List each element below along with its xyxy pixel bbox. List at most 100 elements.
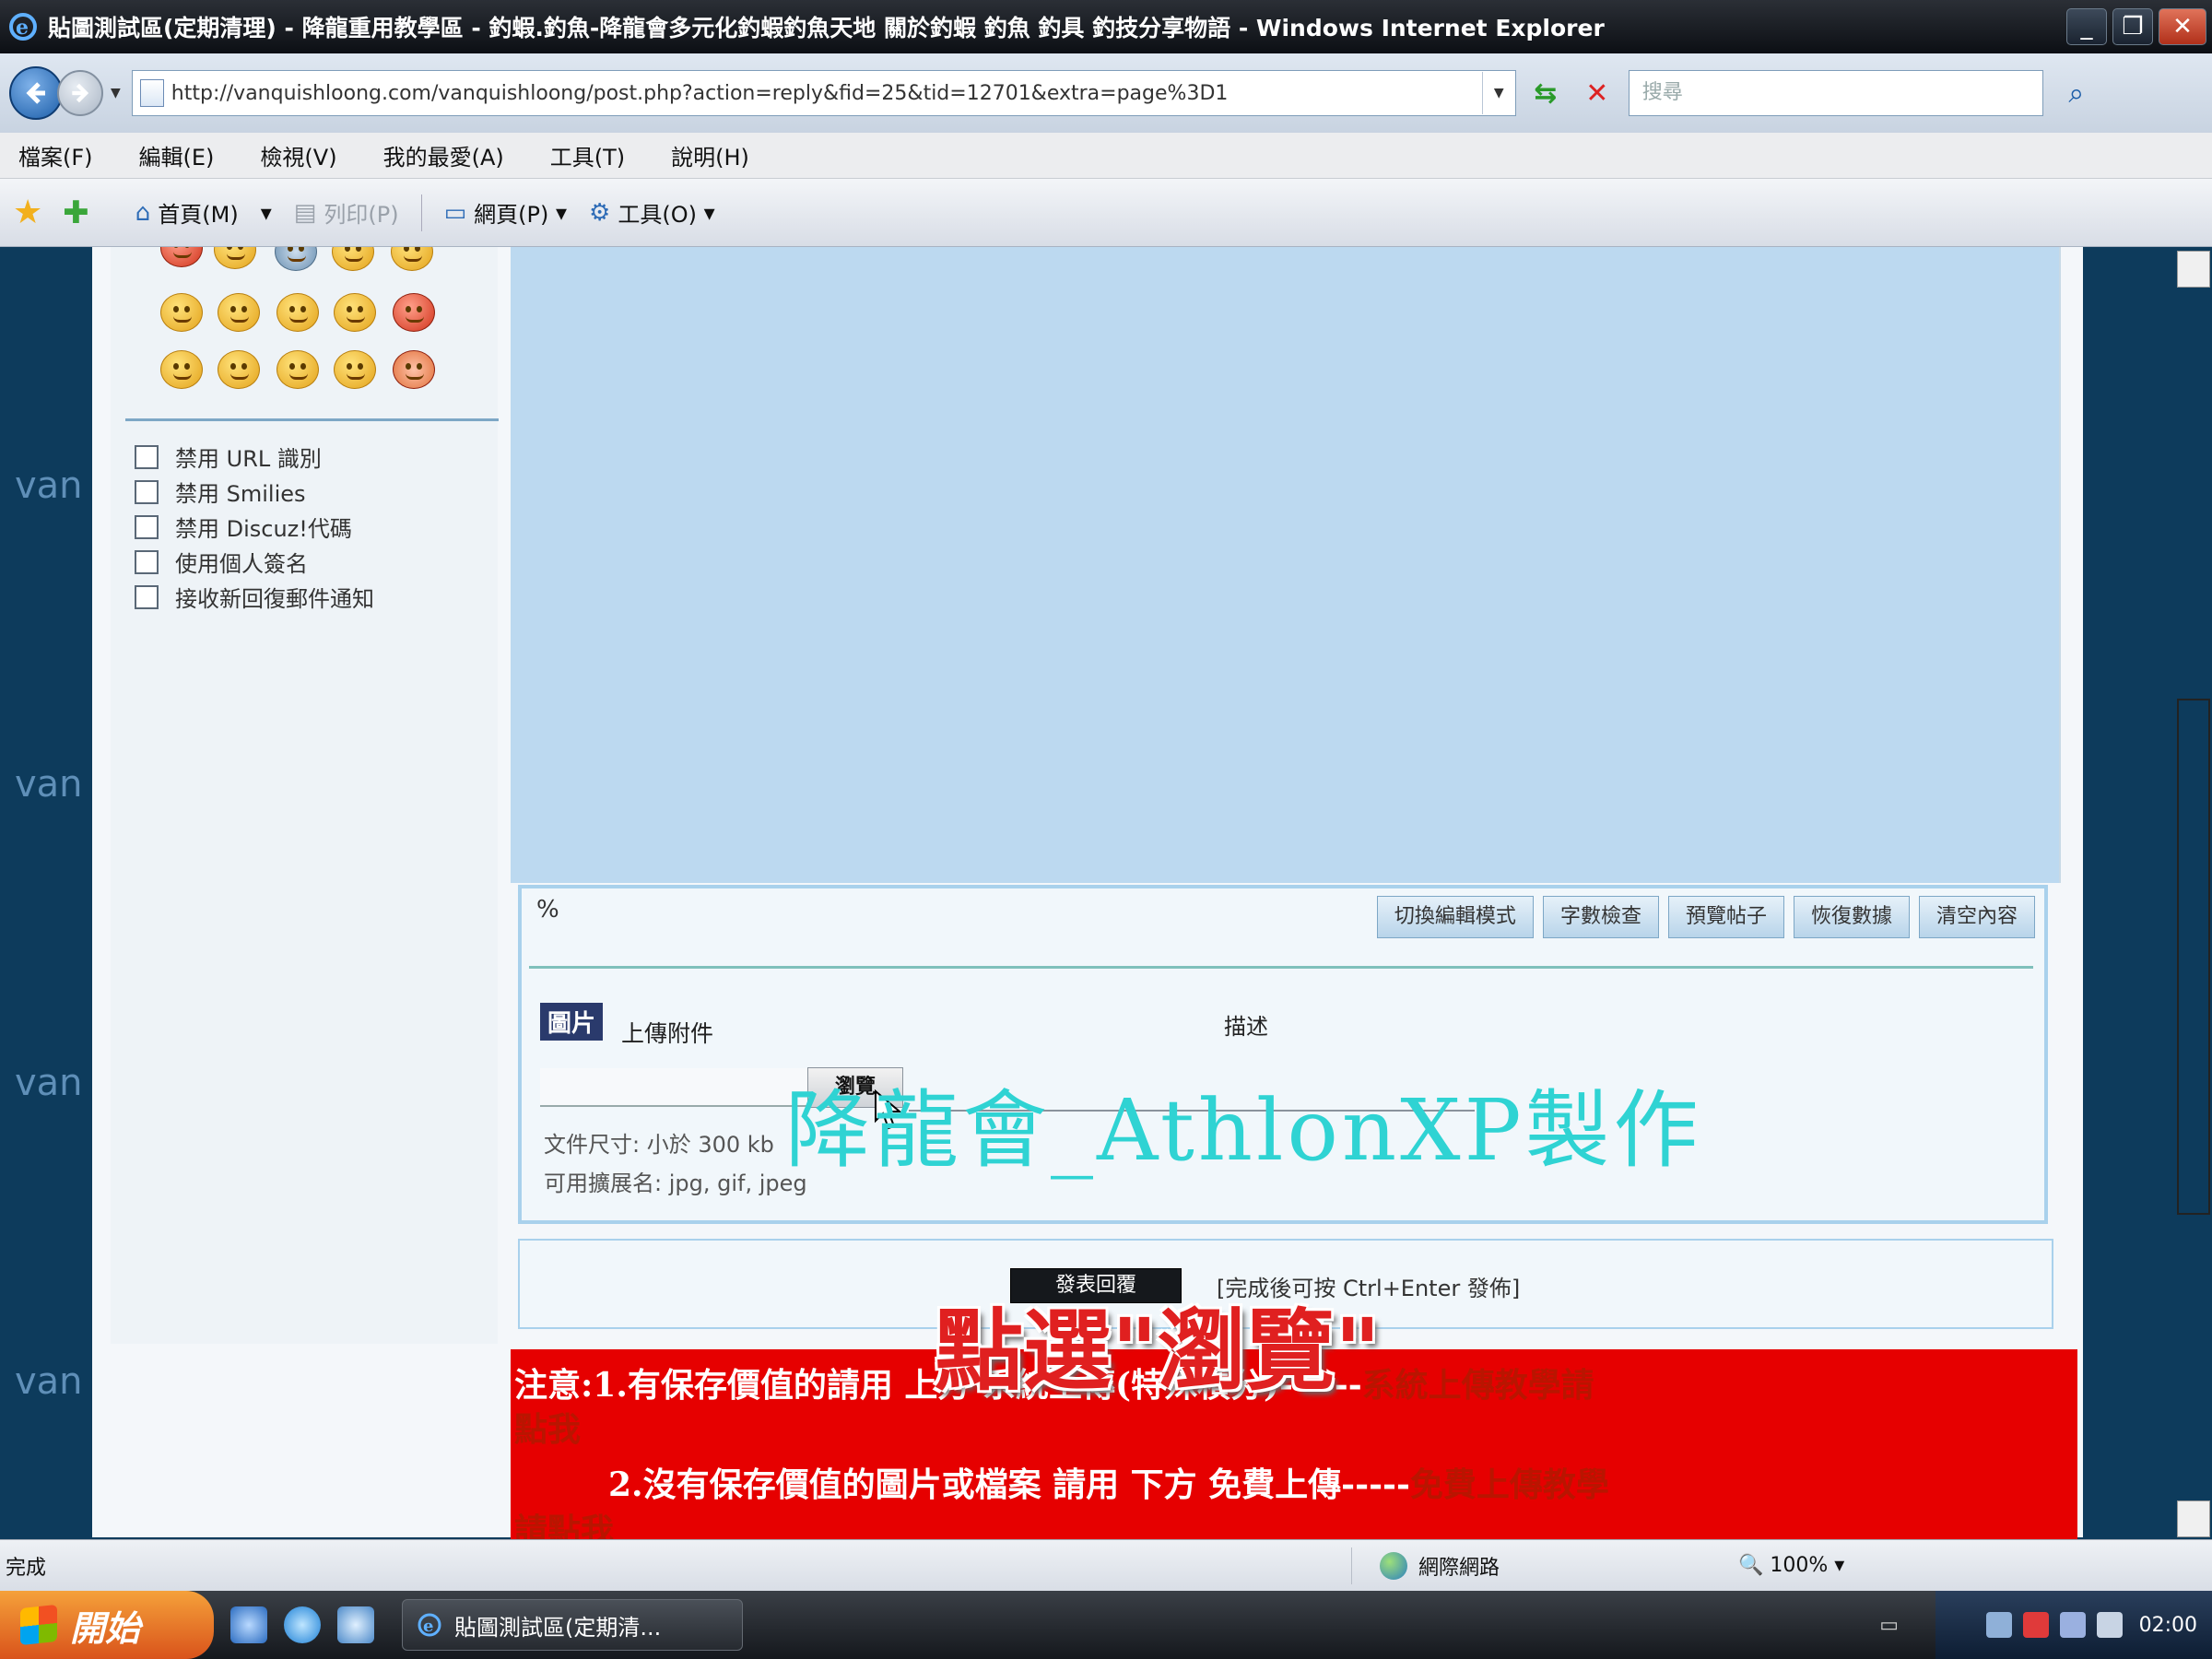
refresh-icon[interactable]: ⇆ [1524, 70, 1568, 116]
scroll-thumb[interactable] [2177, 699, 2210, 1215]
search-icon[interactable]: ⌕ [2049, 70, 2104, 116]
free-upload-tutorial-link[interactable]: 免費上傳教學 [1410, 1465, 1609, 1504]
checkbox[interactable] [135, 479, 159, 504]
option-use-signature[interactable]: 使用個人簽名 [135, 546, 308, 578]
show-desktop-icon[interactable]: ▭ [1879, 1614, 1899, 1637]
option-disable-url[interactable]: 禁用 URL 識別 [135, 441, 322, 473]
editor-buttons: 切換編輯模式 字數檢查 預覽帖子 恢復數據 清空內容 [1368, 896, 2035, 938]
svg-text:e: e [16, 16, 29, 40]
add-favorite-icon[interactable]: ✚ [63, 194, 89, 231]
checkbox[interactable] [135, 444, 159, 469]
preview-button[interactable]: 預覽帖子 [1667, 896, 1784, 938]
image-tab[interactable]: 圖片 [540, 1003, 604, 1041]
percent-indicator: % [536, 896, 559, 924]
menu-view[interactable]: 檢視(V) [260, 139, 336, 171]
close-button[interactable]: ✕ [2159, 8, 2206, 45]
menu-favorites[interactable]: 我的最愛(A) [383, 139, 504, 171]
page-menu-icon: ▭ [443, 198, 467, 227]
system-tray: 02:00 [1936, 1591, 2212, 1659]
author-watermark: 降龍會_AthlonXP製作 [785, 1081, 1702, 1180]
checkbox[interactable] [135, 514, 159, 539]
smiley-icon[interactable] [334, 293, 376, 332]
home-button[interactable]: ⌂ 首頁(M) [135, 196, 239, 229]
address-field[interactable]: http://vanquishloong.com/vanquishloong/p… [131, 70, 1516, 116]
tray-network-icon[interactable] [1985, 1612, 2012, 1638]
option-label: 禁用 Smilies [175, 481, 306, 507]
status-text: 完成 [6, 1556, 47, 1580]
file-path-input[interactable] [540, 1068, 817, 1107]
status-bar: 完成 網際網路 🔍 100% ▾ [0, 1539, 2212, 1591]
options-divider [125, 418, 499, 421]
option-disable-discuz-code[interactable]: 禁用 Discuz!代碼 [135, 511, 352, 543]
smiley-icon[interactable] [393, 293, 435, 332]
stop-icon[interactable]: ✕ [1575, 70, 1619, 116]
taskbar: 開始 e 貼圖測試區(定期清... ▭ 02:00 [0, 1591, 2212, 1659]
option-disable-smilies[interactable]: 禁用 Smilies [135, 476, 306, 508]
restore-button[interactable]: ❐ [2112, 8, 2153, 45]
forward-button[interactable] [57, 70, 103, 116]
address-dropdown-icon[interactable]: ▼ [1481, 72, 1515, 114]
ie-quicklaunch-icon[interactable] [284, 1606, 321, 1643]
quicklaunch-icon[interactable] [230, 1606, 267, 1643]
home-dropdown-icon[interactable]: ▾ [261, 200, 272, 226]
system-upload-tutorial-link[interactable]: 系統上傳教學請 [1362, 1366, 1594, 1405]
scroll-up-button[interactable] [2177, 251, 2210, 288]
vertical-scrollbar[interactable] [2168, 247, 2212, 1539]
smiley-icon[interactable] [160, 293, 203, 332]
switch-mode-button[interactable]: 切換編輯模式 [1376, 896, 1534, 938]
option-email-notify[interactable]: 接收新回復郵件通知 [135, 581, 374, 613]
left-sidebar: 禁用 URL 識別 禁用 Smilies 禁用 Discuz!代碼 使用個人簽名… [92, 247, 507, 1537]
smiley-icon[interactable] [160, 350, 203, 389]
menu-edit[interactable]: 編輯(E) [139, 139, 215, 171]
option-label: 使用個人簽名 [175, 551, 308, 577]
command-bar: ★ ✚ ⌂ 首頁(M) ▾ ▤ 列印(P) ▭ 網頁(P) ▾ ⚙ 工具(O) ▾ [0, 179, 2212, 247]
start-button[interactable]: 開始 [0, 1591, 214, 1659]
home-label: 首頁(M) [158, 202, 239, 228]
word-count-button[interactable]: 字數檢查 [1542, 896, 1659, 938]
restore-data-button[interactable]: 恢復數據 [1793, 896, 1910, 938]
message-editor[interactable] [511, 247, 2061, 883]
scroll-down-button[interactable] [2177, 1500, 2210, 1537]
page-content: van van van van 禁用 URL 識別 禁用 Smilies 禁用 … [0, 247, 2212, 1539]
description-label: 描述 [1224, 1014, 1268, 1040]
smiley-icon[interactable] [218, 350, 260, 389]
smiley-icon[interactable] [276, 293, 319, 332]
url-text[interactable]: http://vanquishloong.com/vanquishloong/p… [171, 82, 1482, 105]
globe-icon [1380, 1551, 1407, 1580]
gear-icon: ⚙ [589, 198, 611, 227]
checkbox[interactable] [135, 549, 159, 574]
taskbar-ie-window[interactable]: e 貼圖測試區(定期清... [402, 1599, 743, 1651]
notice-text-2: 2.沒有保存價值的圖片或檔案 請用 下方 免費上傳----- [608, 1465, 1410, 1504]
page-menu-button[interactable]: ▭ 網頁(P) ▾ [444, 196, 567, 229]
smiley-icon[interactable] [218, 293, 260, 332]
smiley-icon[interactable] [334, 350, 376, 389]
minimize-button[interactable]: _ [2066, 8, 2107, 45]
smiley-icon[interactable] [393, 350, 435, 389]
title-bar: e 貼圖測試區(定期清理) - 降龍重用教學區 - 釣蝦.釣魚-降龍會多元化釣蝦… [0, 0, 2212, 53]
print-label: 列印(P) [324, 202, 399, 228]
print-button[interactable]: ▤ 列印(P) [294, 196, 399, 229]
desktop-quicklaunch-icon[interactable] [337, 1606, 374, 1643]
side-watermark: van [15, 1062, 83, 1104]
click-me-link[interactable]: 點我 [514, 1403, 581, 1451]
smilies-panel [111, 247, 498, 1344]
clear-content-button[interactable]: 清空內容 [1918, 896, 2035, 938]
window-title: 貼圖測試區(定期清理) - 降龍重用教學區 - 釣蝦.釣魚-降龍會多元化釣蝦釣魚… [48, 15, 1605, 41]
search-input[interactable]: 搜尋 [1628, 70, 2043, 116]
checkbox[interactable] [135, 584, 159, 609]
menu-help[interactable]: 說明(H) [671, 139, 749, 171]
history-dropdown-icon[interactable]: ▼ [111, 86, 121, 100]
menu-file[interactable]: 檔案(F) [18, 139, 93, 171]
tray-volume-icon[interactable] [2096, 1612, 2123, 1638]
side-watermark: van [15, 763, 83, 806]
please-click-me-link[interactable]: 請點我 [514, 1504, 614, 1539]
favorites-star-icon[interactable]: ★ [13, 194, 42, 231]
zone-label: 網際網路 [1418, 1556, 1500, 1580]
tray-security-icon[interactable] [2022, 1612, 2049, 1638]
tools-menu-button[interactable]: ⚙ 工具(O) ▾ [589, 196, 715, 229]
back-button[interactable] [9, 66, 63, 120]
menu-tools[interactable]: 工具(T) [550, 139, 625, 171]
smiley-icon[interactable] [276, 350, 319, 389]
tray-app-icon[interactable] [2059, 1612, 2086, 1638]
zoom-level[interactable]: 🔍 100% ▾ [1738, 1554, 1844, 1577]
